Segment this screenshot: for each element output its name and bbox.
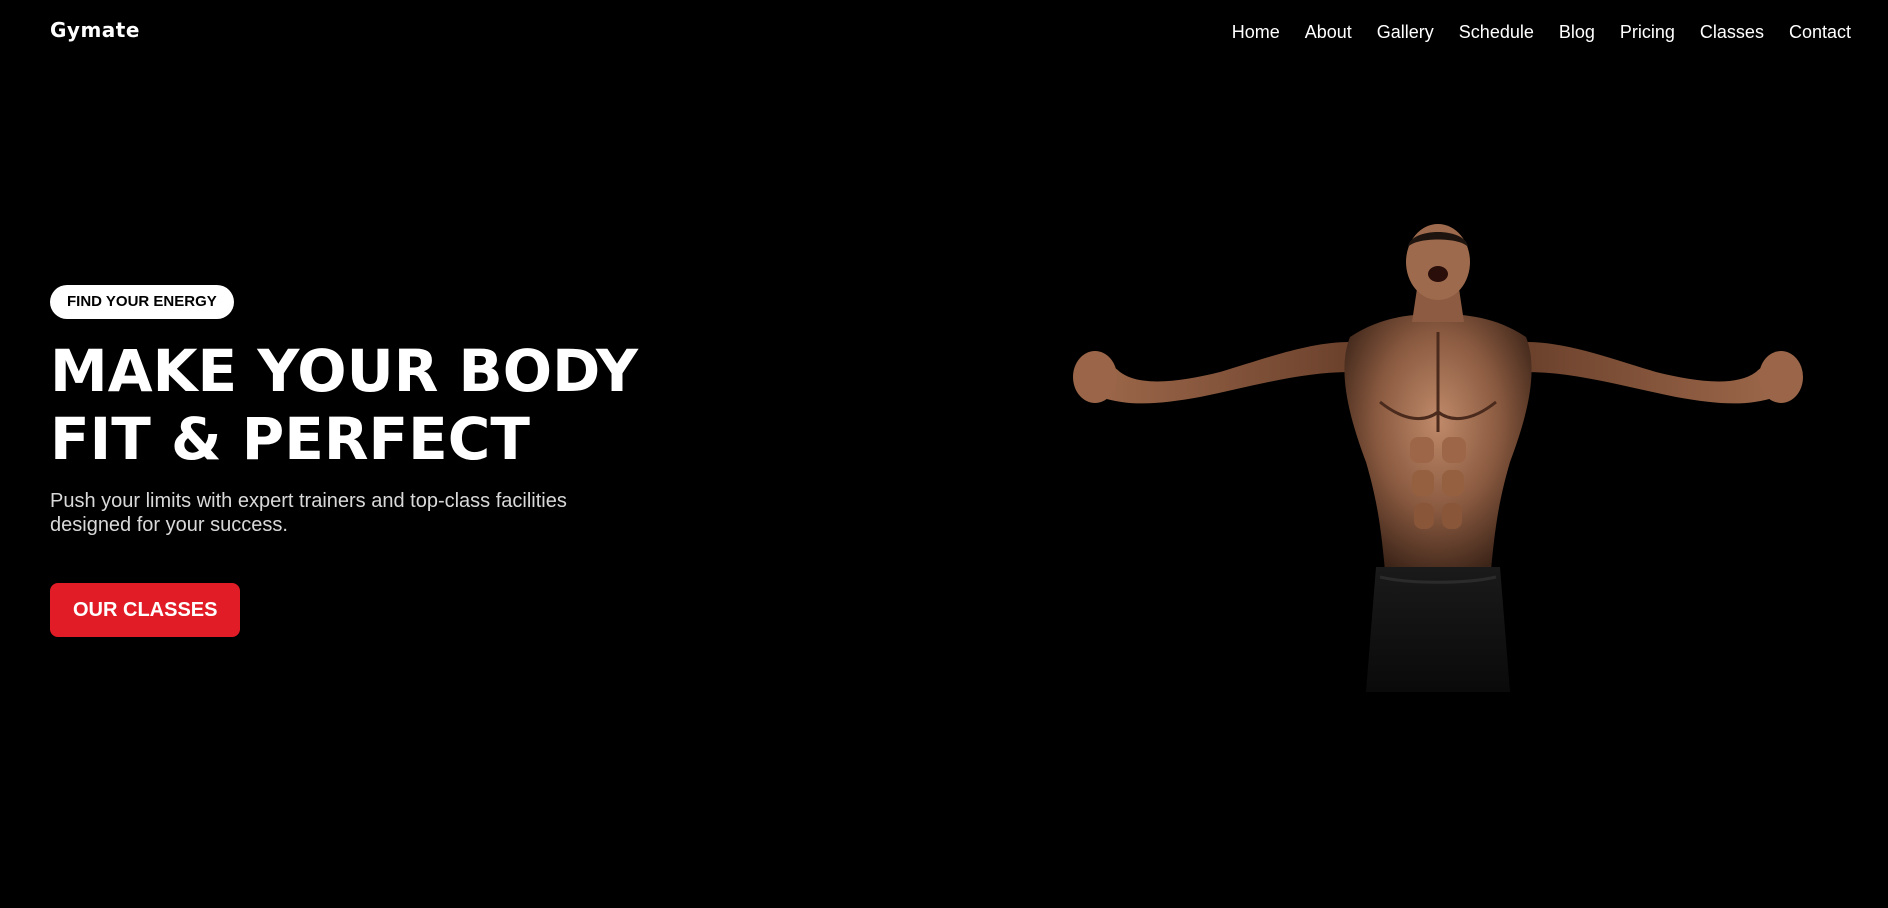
nav-link-classes[interactable]: Classes xyxy=(1700,20,1764,44)
hero-headline-line-2: FIT & PERFECT xyxy=(50,405,530,473)
hero-subtext: Push your limits with expert trainers an… xyxy=(50,490,567,536)
hero-headline-line-1: MAKE YOUR BODY xyxy=(50,337,638,405)
nav-link-about[interactable]: About xyxy=(1305,20,1352,44)
our-classes-button[interactable]: OUR CLASSES xyxy=(50,583,241,637)
site-header: Gymate Home About Gallery Schedule Blog … xyxy=(0,0,1888,64)
nav-link-gallery[interactable]: Gallery xyxy=(1377,20,1434,44)
nav-link-pricing[interactable]: Pricing xyxy=(1620,20,1675,44)
hero-content: FIND YOUR ENERGY MAKE YOUR BODY FIT & PE… xyxy=(50,285,710,637)
main-nav: Home About Gallery Schedule Blog Pricing… xyxy=(1207,20,1851,44)
landing-page: Gymate Home About Gallery Schedule Blog … xyxy=(0,0,1888,908)
hero-headline: MAKE YOUR BODY FIT & PERFECT xyxy=(50,337,710,473)
nav-link-blog[interactable]: Blog xyxy=(1559,20,1595,44)
hero-image xyxy=(1050,222,1826,692)
nav-link-contact[interactable]: Contact xyxy=(1789,20,1851,44)
site-logo[interactable]: Gymate xyxy=(50,18,140,42)
nav-link-home[interactable]: Home xyxy=(1232,20,1280,44)
bodybuilder-figure xyxy=(1073,224,1803,692)
hero-badge: FIND YOUR ENERGY xyxy=(50,285,234,319)
nav-link-schedule[interactable]: Schedule xyxy=(1459,20,1534,44)
